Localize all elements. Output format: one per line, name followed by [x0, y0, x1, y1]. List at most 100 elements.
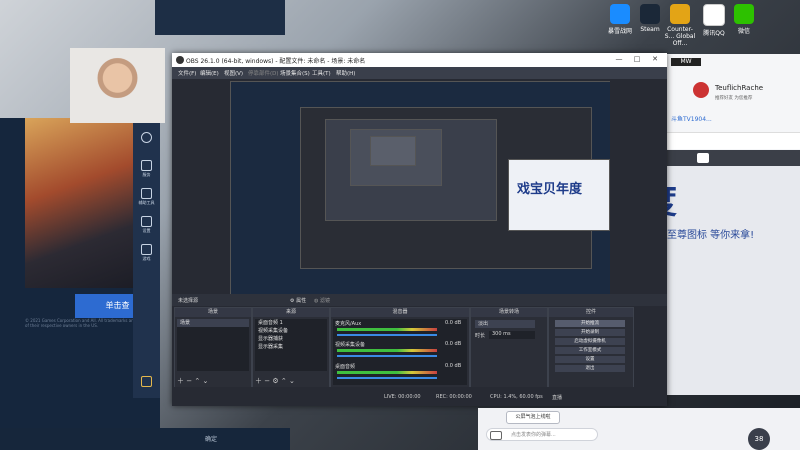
- properties-button[interactable]: ⚙ 属性: [290, 297, 306, 304]
- no-source-label: 未选择源: [178, 298, 199, 304]
- icon-label: Steam: [640, 26, 660, 33]
- sidebar-item-settings[interactable]: 设置: [136, 216, 157, 234]
- list-item[interactable]: 桌面音频 1: [255, 319, 327, 327]
- menu-view[interactable]: 视图(V): [224, 69, 243, 77]
- volume-slider[interactable]: [337, 334, 437, 336]
- list-item[interactable]: 显示器采集: [255, 343, 327, 351]
- sources-list[interactable]: 桌面音频 1 视频采集设备 显示器捕获 显示器采集: [255, 319, 327, 371]
- preview-banner: 戏宝贝年度: [508, 159, 610, 231]
- menu-edit[interactable]: 编辑(E): [200, 69, 219, 77]
- title-bar[interactable]: OBS 26.1.0 (64-bit, windows) - 配置文件: 未命名…: [172, 53, 667, 67]
- qq-icon: [703, 4, 725, 26]
- tools-icon: [141, 188, 152, 199]
- sidebar-item-games[interactable]: 游戏: [136, 244, 157, 262]
- sidebar-item-logo[interactable]: [136, 376, 157, 388]
- menu-file[interactable]: 文件(F): [178, 69, 196, 77]
- username[interactable]: TeuflichRache: [715, 84, 763, 92]
- webcam-overlay: [70, 48, 165, 123]
- viewer-counter[interactable]: 38: [748, 428, 770, 450]
- battlenet-icon: [610, 4, 630, 24]
- remove-icon[interactable]: −: [186, 377, 192, 385]
- move-up-icon[interactable]: ⌃: [281, 377, 287, 385]
- danmu-input[interactable]: 点击发表你的弹幕...: [486, 428, 598, 441]
- channel-name[interactable]: 斗鱼TV1904...: [671, 114, 712, 123]
- add-icon[interactable]: ＋: [177, 377, 184, 385]
- preview-banner-text: 戏宝贝年度: [517, 182, 583, 197]
- game-icon: [141, 244, 152, 255]
- move-up-icon[interactable]: ⌃: [194, 377, 200, 385]
- sidebar-item-service[interactable]: 服务: [136, 160, 157, 178]
- sidebar-item-home[interactable]: [136, 132, 157, 144]
- mixer-body: 麦克风/Aux 0.0 dB 视频采集设备 0.0 dB 桌面音频 0.0 dB: [333, 319, 467, 385]
- volume-meter: [337, 371, 437, 374]
- csgo-shortcut[interactable]: Counter-S... Global Off...: [663, 4, 697, 47]
- move-down-icon[interactable]: ⌄: [202, 377, 208, 385]
- battle-net-shortcut[interactable]: 暴雪战网: [603, 4, 637, 35]
- nav-tabs[interactable]: [667, 132, 800, 149]
- virtual-camera-button[interactable]: 启动虚拟摄像机: [555, 338, 625, 345]
- channel-name: 麦克风/Aux: [335, 321, 362, 327]
- list-item[interactable]: 视频采集设备: [255, 327, 327, 335]
- studio-mode-button[interactable]: 工作室模式: [555, 347, 625, 354]
- filters-label: 滤镜: [319, 298, 330, 304]
- sources-dock: 来源 桌面音频 1 视频采集设备 显示器捕获 显示器采集 ＋ − ⚙ ⌃ ⌄: [252, 307, 330, 389]
- remove-icon[interactable]: −: [264, 377, 270, 385]
- background-window: [155, 0, 285, 35]
- qq-shortcut[interactable]: 腾讯QQ: [697, 4, 731, 37]
- wechat-icon: [734, 4, 754, 24]
- maximize-button[interactable]: □: [630, 55, 644, 65]
- close-button[interactable]: ✕: [648, 55, 662, 65]
- rec-timer: REC: 00:00:00: [436, 394, 472, 400]
- scenes-toolbar: ＋ − ⌃ ⌄: [177, 376, 249, 386]
- preview-canvas[interactable]: 戏宝贝年度: [230, 81, 610, 294]
- steam-shortcut[interactable]: Steam: [633, 4, 667, 33]
- list-item[interactable]: 显示器捕获: [255, 335, 327, 343]
- avatar[interactable]: [693, 82, 709, 98]
- event-banner: 戏宝贝年度 票、至尊图标 等你来拿!: [507, 170, 800, 270]
- service-icon: [141, 160, 152, 171]
- menu-scene-collection[interactable]: 场景集合(S): [280, 69, 310, 77]
- transition-select[interactable]: 淡出: [475, 320, 535, 328]
- gear-icon: [141, 216, 152, 227]
- status-label: 直播: [552, 395, 563, 401]
- window-title: OBS 26.1.0 (64-bit, windows) - 配置文件: 未命名…: [186, 58, 366, 65]
- csgo-icon: [670, 4, 690, 24]
- properties-label: 属性: [296, 298, 307, 304]
- duration-input[interactable]: 300 ms: [489, 331, 535, 339]
- menu-docks[interactable]: 停靠部件(D): [248, 69, 279, 77]
- gear-icon[interactable]: ⚙: [272, 377, 278, 385]
- site-logo: MW: [671, 58, 701, 66]
- toolbar: [667, 150, 800, 166]
- channel-name: 桌面音频: [335, 364, 356, 370]
- game-artwork: [25, 118, 135, 288]
- bottom-select[interactable]: 确定: [205, 434, 217, 443]
- move-down-icon[interactable]: ⌄: [289, 377, 295, 385]
- scenes-list[interactable]: 场景: [177, 319, 249, 371]
- exit-button[interactable]: 退出: [555, 365, 625, 372]
- sidebar-item-tools[interactable]: 辅助工具: [136, 188, 157, 206]
- list-item[interactable]: 场景: [177, 319, 249, 327]
- start-streaming-button[interactable]: 开始推流: [555, 320, 625, 327]
- sidebar-item-label: 辅助工具: [138, 200, 155, 205]
- channel-db: 0.0 dB: [445, 341, 462, 347]
- start-recording-button[interactable]: 开始录制: [555, 329, 625, 336]
- filters-button[interactable]: ◍ 滤镜: [314, 297, 330, 304]
- menu-bar: 文件(F) 编辑(E) 视图(V) 停靠部件(D) 场景集合(S) 工具(T) …: [172, 67, 667, 79]
- minimize-button[interactable]: —: [612, 55, 626, 65]
- menu-tools[interactable]: 工具(T): [312, 69, 331, 77]
- settings-button[interactable]: 设置: [555, 356, 625, 363]
- game-launcher-window: 单击查 © 2021 Games Corporation and All. Al…: [0, 118, 160, 450]
- bubble-notice[interactable]: 公屏气泡上线啦: [506, 411, 560, 424]
- wechat-shortcut[interactable]: 微信: [727, 4, 761, 35]
- dock-title: 混音器: [331, 308, 469, 317]
- gamepad-icon[interactable]: [490, 431, 502, 440]
- home-icon[interactable]: [697, 153, 709, 163]
- volume-slider[interactable]: [337, 377, 437, 379]
- menu-help[interactable]: 帮助(H): [336, 69, 355, 77]
- volume-slider[interactable]: [337, 355, 437, 357]
- controls-dock: 控件 开始推流 开始录制 启动虚拟摄像机 工作室模式 设置 退出: [548, 307, 634, 389]
- home-icon: [141, 132, 152, 143]
- add-icon[interactable]: ＋: [255, 377, 262, 385]
- live-timer: LIVE: 00:00:00: [384, 394, 421, 400]
- channel-name: 视频采集设备: [335, 342, 366, 348]
